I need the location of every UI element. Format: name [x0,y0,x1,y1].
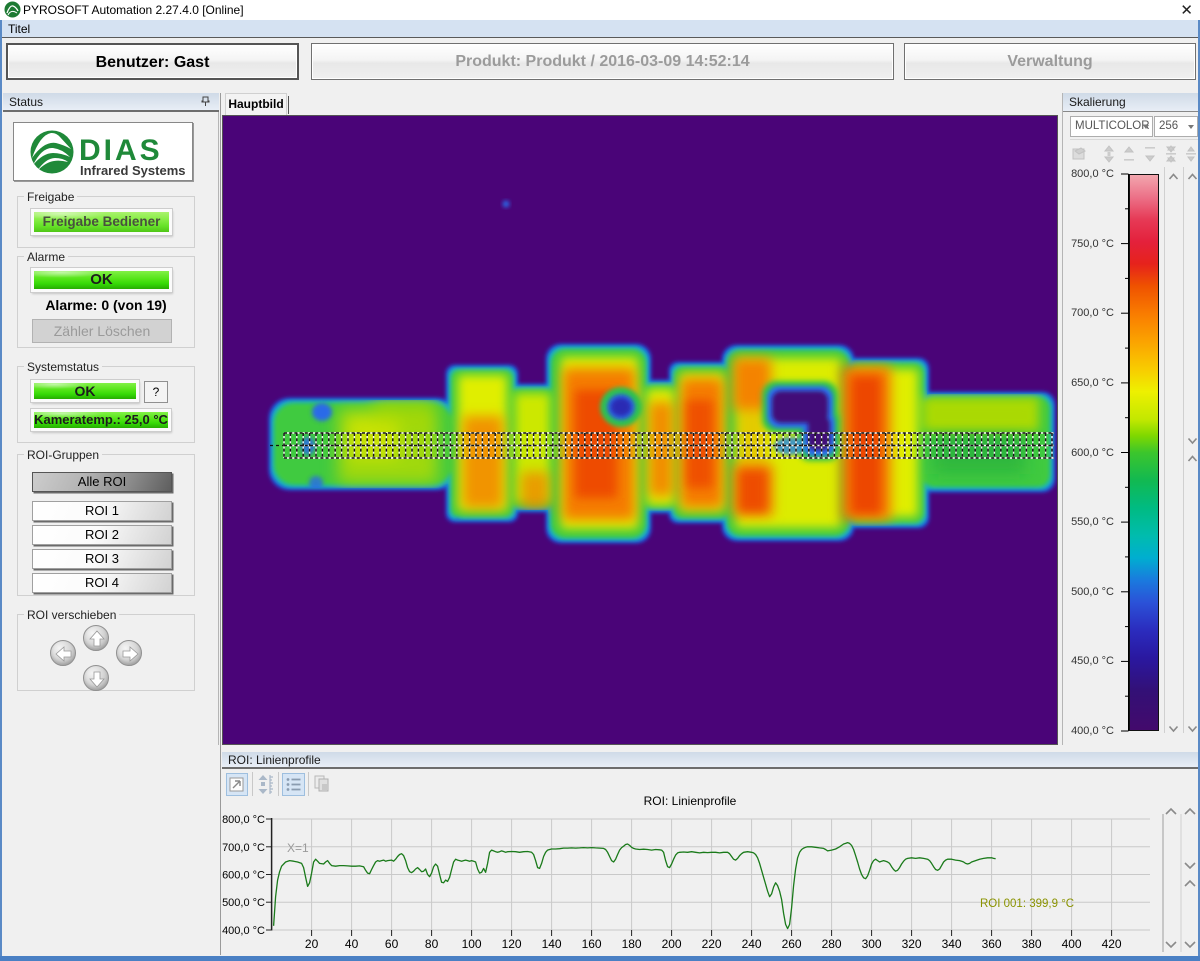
svg-text:100: 100 [462,937,482,951]
svg-text:240: 240 [742,937,762,951]
svg-text:200: 200 [662,937,682,951]
svg-text:400,0 °C: 400,0 °C [222,925,265,937]
svg-text:Infrared Systems: Infrared Systems [80,163,186,178]
svg-text:ROI 001: 399,9 °C: ROI 001: 399,9 °C [980,898,1074,910]
svg-text:180: 180 [622,937,642,951]
svg-text:40: 40 [345,937,359,951]
svg-text:600,0 °C: 600,0 °C [222,870,265,882]
svg-text:X=1: X=1 [287,841,309,855]
svg-text:160: 160 [582,937,602,951]
svg-text:280: 280 [822,937,842,951]
svg-text:260: 260 [782,937,802,951]
svg-text:380: 380 [1022,937,1042,951]
svg-text:140: 140 [542,937,562,951]
svg-text:800,0 °C: 800,0 °C [222,814,265,826]
svg-text:80: 80 [425,937,439,951]
svg-text:500,0 °C: 500,0 °C [222,897,265,909]
svg-text:420: 420 [1102,937,1122,951]
svg-text:300: 300 [862,937,882,951]
svg-text:20: 20 [305,937,319,951]
svg-text:700,0 °C: 700,0 °C [222,842,265,854]
svg-text:320: 320 [902,937,922,951]
svg-text:400: 400 [1062,937,1082,951]
svg-text:340: 340 [942,937,962,951]
svg-text:ROI: Linienprofile: ROI: Linienprofile [644,794,737,808]
svg-text:360: 360 [982,937,1002,951]
svg-text:120: 120 [502,937,522,951]
svg-text:60: 60 [385,937,399,951]
svg-text:220: 220 [702,937,722,951]
